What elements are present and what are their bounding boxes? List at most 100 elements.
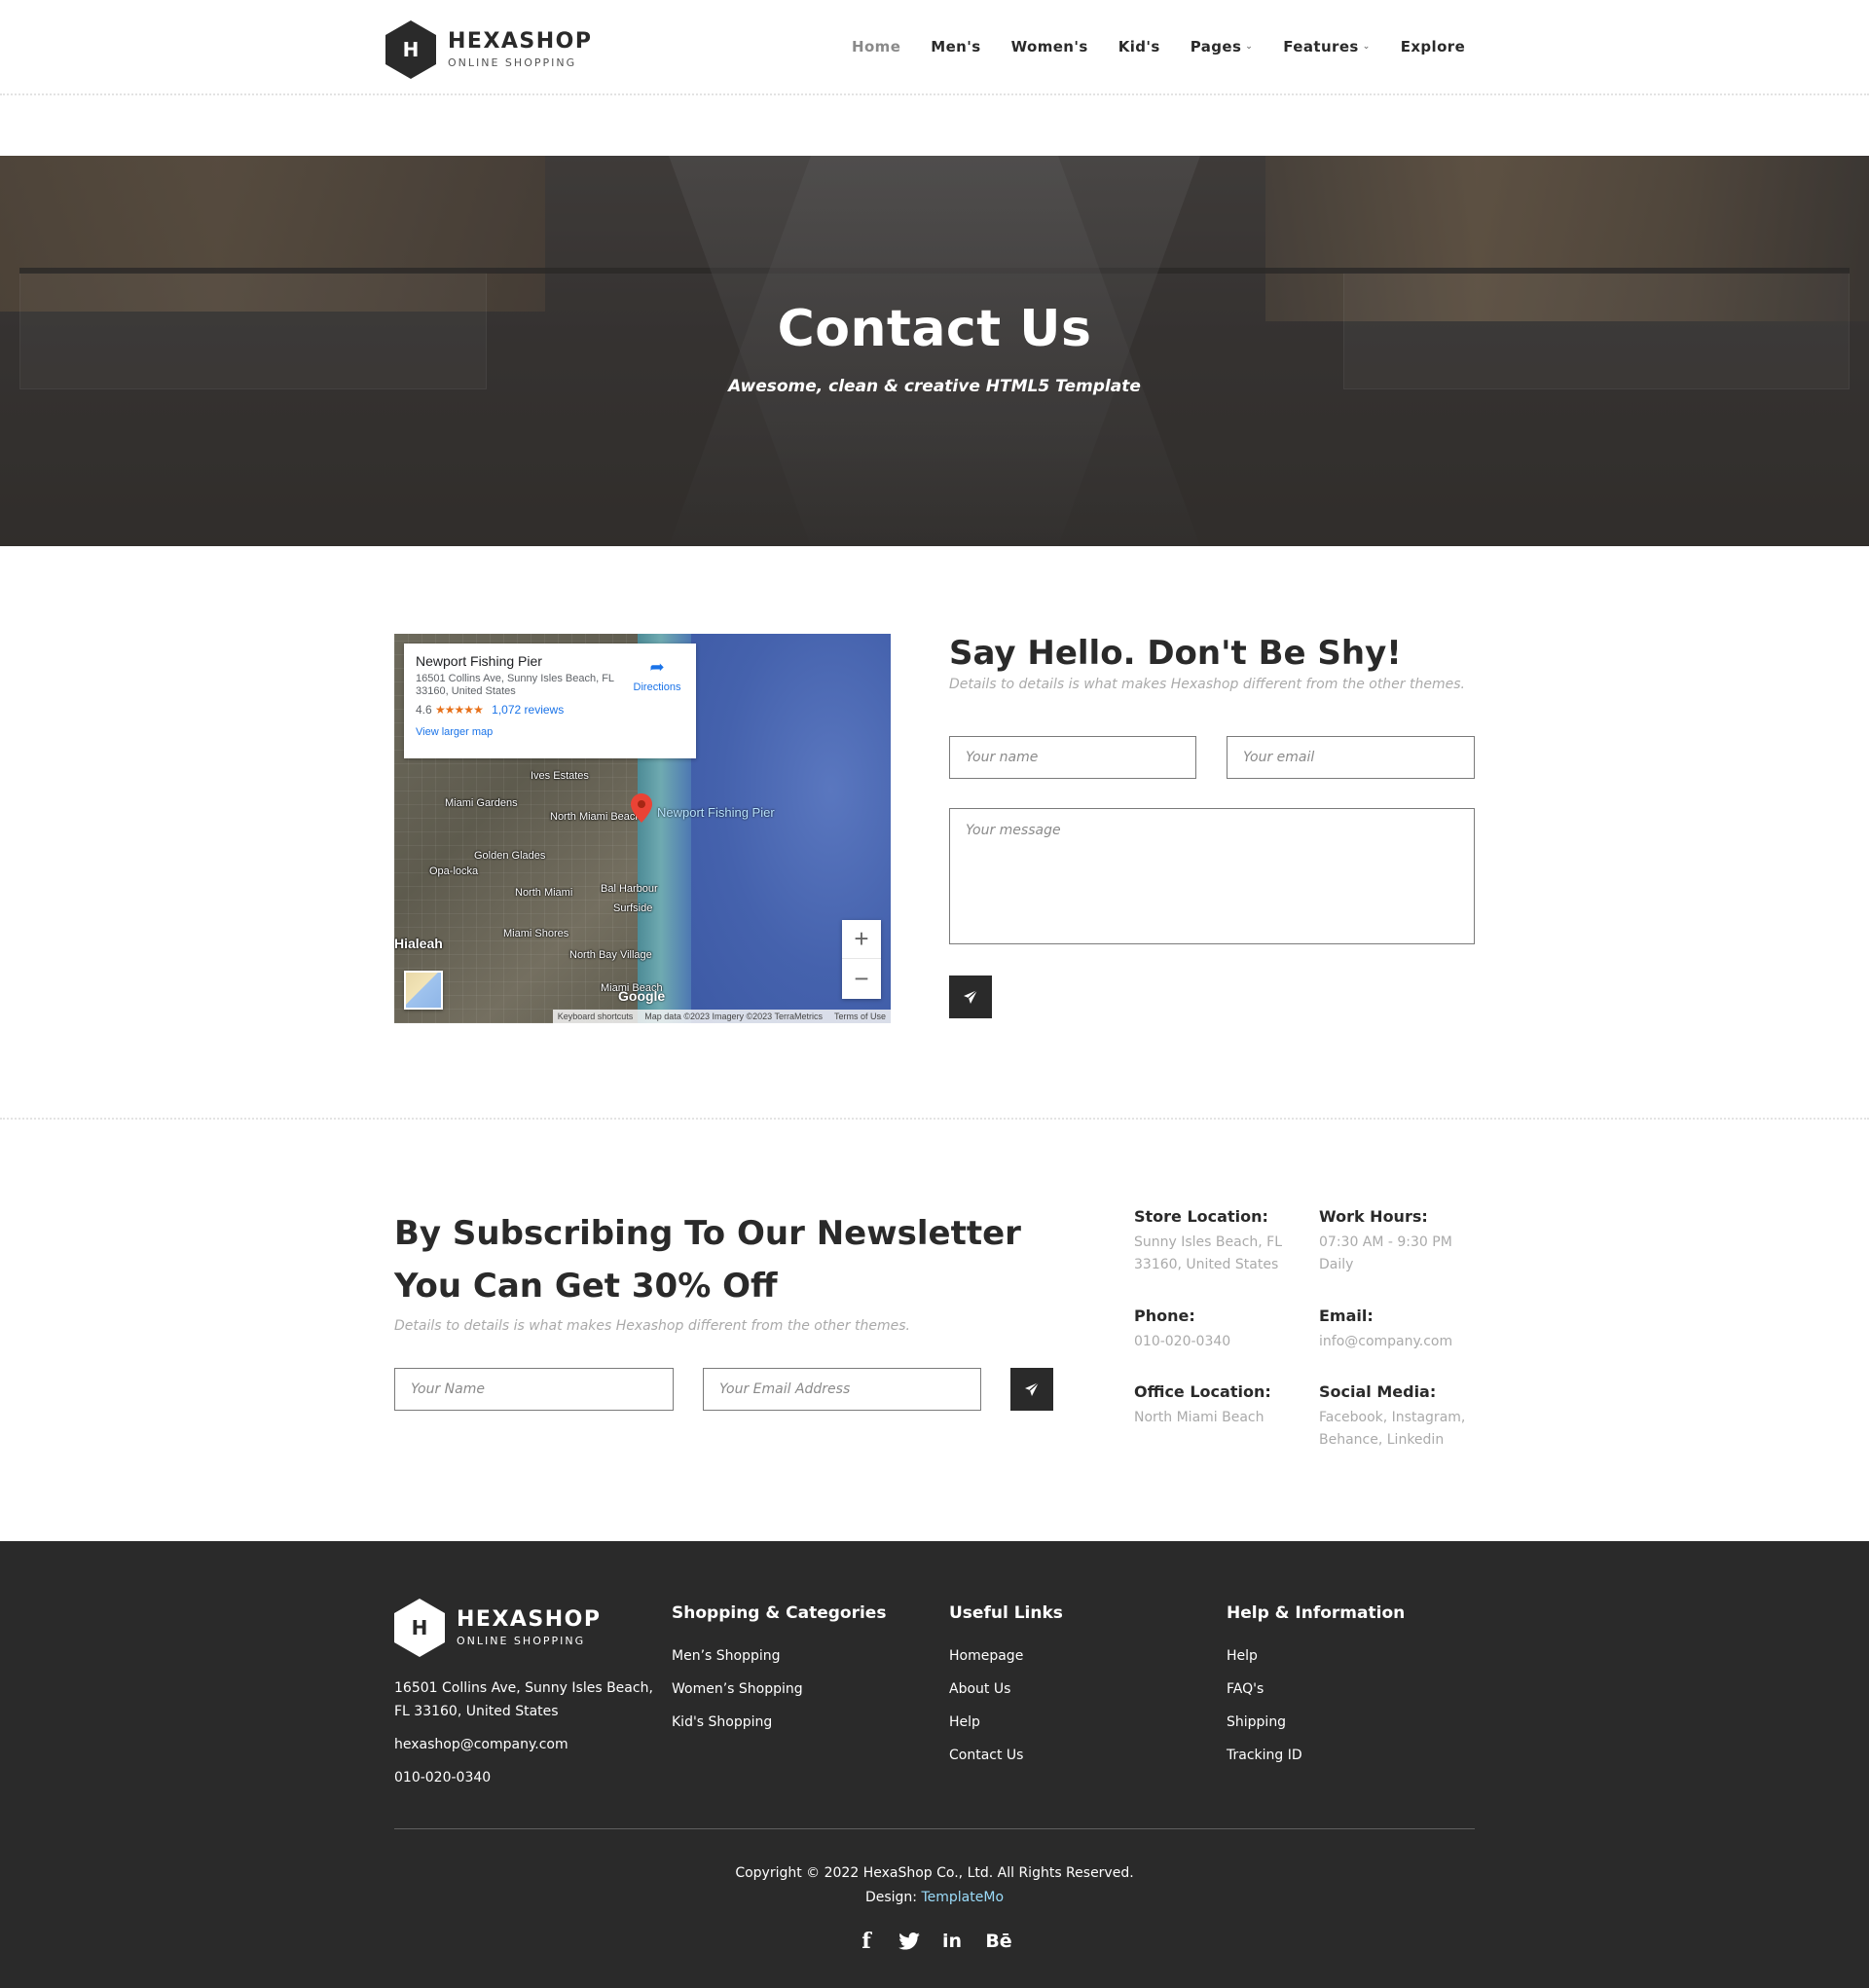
brand-logo[interactable]: H HEXASHOP ONLINE SHOPPING (385, 20, 593, 79)
footer-link[interactable]: Help (1227, 1639, 1480, 1673)
templatemo-link[interactable]: TemplateMo (921, 1890, 1004, 1905)
newsletter-heading: By Subscribing To Our Newsletter You Can… (394, 1214, 1021, 1306)
info-office-location: Office Location: North Miami Beach (1134, 1382, 1271, 1425)
section-divider (0, 1118, 1869, 1120)
footer-column-useful-links: Useful Links Homepage About Us Help Cont… (949, 1599, 1212, 1772)
nav-item-features[interactable]: Features ⌄ (1283, 38, 1370, 55)
footer-social-icons: f in Bē (0, 1929, 1869, 1954)
footer-column-shopping: Shopping & Categories Men’s Shopping Wom… (672, 1599, 934, 1739)
footer-column-title: Help & Information (1227, 1603, 1406, 1623)
footer-link[interactable]: About Us (949, 1673, 1212, 1706)
hexagon-logo-icon: H (385, 20, 436, 79)
contact-name-input[interactable]: Your name (949, 736, 1196, 779)
brand-tagline: ONLINE SHOPPING (448, 56, 577, 69)
info-work-hours: Work Hours: 07:30 AM - 9:30 PM Daily (1319, 1207, 1452, 1272)
footer-link[interactable]: Men’s Shopping (672, 1639, 934, 1673)
behance-icon[interactable]: Bē (983, 1930, 1014, 1953)
linkedin-icon[interactable]: in (940, 1930, 964, 1953)
info-email: Email: info@company.com (1319, 1307, 1453, 1349)
page-title: Contact Us (777, 300, 1092, 358)
newsletter-description: Details to details is what makes Hexasho… (394, 1318, 910, 1334)
design-label: Design: (864, 1890, 918, 1905)
contact-message-textarea[interactable]: Your message (949, 808, 1475, 944)
map-label: Golden Glades (474, 850, 546, 862)
map-label: Bal Harbour (601, 883, 658, 895)
place-address: 16501 Collins Ave, Sunny Isles Beach, FL… (416, 673, 614, 697)
contact-description: Details to details is what makes Hexasho… (949, 677, 1465, 692)
info-social-media: Social Media: Facebook, Instagram, Behan… (1319, 1382, 1466, 1448)
nav-item-home[interactable]: Home (852, 38, 900, 55)
header-divider (0, 93, 1869, 95)
copyright-text: Copyright © 2022 HexaShop Co., Ltd. All … (735, 1865, 1134, 1881)
footer-column-title: Useful Links (949, 1603, 1063, 1623)
newsletter-email-input[interactable]: Your Email Address (703, 1368, 981, 1411)
contact-form-section: Say Hello. Don't Be Shy! Details to deta… (949, 634, 1475, 692)
view-larger-map-link[interactable]: View larger map (416, 726, 684, 738)
map-label: Miami Gardens (445, 797, 518, 809)
footer-divider (394, 1828, 1475, 1829)
footer-column-title: Shopping & Categories (672, 1603, 887, 1623)
footer-link[interactable]: Women’s Shopping (672, 1673, 934, 1706)
site-footer: H HEXASHOP ONLINE SHOPPING 16501 Collins… (0, 1541, 1869, 1988)
footer-link[interactable]: Kid's Shopping (672, 1706, 934, 1739)
map-label: Ives Estates (531, 770, 589, 782)
footer-link[interactable]: Tracking ID (1227, 1739, 1480, 1772)
footer-brand-name: HEXASHOP (457, 1607, 602, 1632)
map-label: Miami Shores (503, 928, 569, 939)
hexagon-logo-icon: H (394, 1599, 445, 1657)
map-label: Hialeah (394, 936, 443, 951)
map-pin-icon[interactable] (631, 793, 652, 823)
map-type-toggle[interactable] (404, 971, 443, 1010)
site-header: H HEXASHOP ONLINE SHOPPING Home Men's Wo… (0, 0, 1869, 95)
google-logo: Google (618, 988, 666, 1004)
footer-link[interactable]: Help (949, 1706, 1212, 1739)
nav-item-mens[interactable]: Men's (931, 38, 980, 55)
footer-column-help: Help & Information Help FAQ's Shipping T… (1227, 1599, 1480, 1772)
info-phone: Phone: 010-020-0340 (1134, 1307, 1231, 1349)
keyboard-shortcuts-link[interactable]: Keyboard shortcuts (558, 1012, 634, 1021)
map-label: North Miami (515, 887, 573, 899)
facebook-icon[interactable]: f (855, 1929, 878, 1954)
paper-plane-icon (964, 989, 978, 1004)
footer-link[interactable]: FAQ's (1227, 1673, 1480, 1706)
map-label: Surfside (613, 902, 653, 914)
contact-email-input[interactable]: Your email (1227, 736, 1475, 779)
twitter-icon[interactable] (898, 1930, 921, 1953)
footer-email[interactable]: hexashop@company.com (394, 1733, 657, 1756)
brand-name: HEXASHOP (448, 29, 593, 54)
info-store-location: Store Location: Sunny Isles Beach, FL 33… (1134, 1207, 1283, 1272)
newsletter-subscribe-button[interactable] (1010, 1368, 1053, 1411)
zoom-in-button[interactable]: + (842, 920, 881, 959)
map-label: Opa-locka (429, 865, 479, 877)
footer-address: 16501 Collins Ave, Sunny Isles Beach, FL… (394, 1680, 653, 1719)
paper-plane-icon (1025, 1381, 1040, 1396)
map-pin-label: Newport Fishing Pier (657, 805, 775, 820)
nav-item-kids[interactable]: Kid's (1118, 38, 1160, 55)
terms-link[interactable]: Terms of Use (834, 1012, 886, 1021)
footer-brand-logo[interactable]: H HEXASHOP ONLINE SHOPPING (394, 1599, 602, 1657)
place-rating: 4.6 ★★★★★ 1,072 reviews (416, 703, 565, 717)
nav-item-explore[interactable]: Explore (1401, 38, 1465, 55)
reviews-link[interactable]: 1,072 reviews (492, 703, 564, 717)
map-zoom-control: + − (842, 920, 881, 999)
zoom-out-button[interactable]: − (842, 959, 881, 998)
nav-item-pages[interactable]: Pages ⌄ (1191, 38, 1254, 55)
footer-copyright: Copyright © 2022 HexaShop Co., Ltd. All … (0, 1861, 1869, 1910)
footer-contact-info: 16501 Collins Ave, Sunny Isles Beach, FL… (394, 1676, 657, 1799)
footer-link[interactable]: Shipping (1227, 1706, 1480, 1739)
newsletter-name-input[interactable]: Your Name (394, 1368, 674, 1411)
footer-link[interactable]: Homepage (949, 1639, 1212, 1673)
page-subtitle: Awesome, clean & creative HTML5 Template (728, 377, 1141, 396)
google-map-embed[interactable]: Ives Estates Miami Gardens North Miami B… (394, 634, 891, 1023)
map-attribution-bar: Keyboard shortcuts Map data ©2023 Imager… (552, 1010, 891, 1023)
map-label: North Bay Village (569, 949, 652, 961)
directions-button[interactable]: ➦ Directions (630, 657, 684, 693)
footer-link[interactable]: Contact Us (949, 1739, 1212, 1772)
directions-icon: ➦ (649, 657, 665, 677)
rating-stars-icon: ★★★★★ (435, 703, 484, 717)
contact-send-button[interactable] (949, 976, 992, 1018)
map-place-card: Newport Fishing Pier 16501 Collins Ave, … (404, 644, 696, 758)
chevron-down-icon: ⌄ (1245, 42, 1254, 52)
nav-item-womens[interactable]: Women's (1011, 38, 1088, 55)
chevron-down-icon: ⌄ (1362, 42, 1371, 52)
